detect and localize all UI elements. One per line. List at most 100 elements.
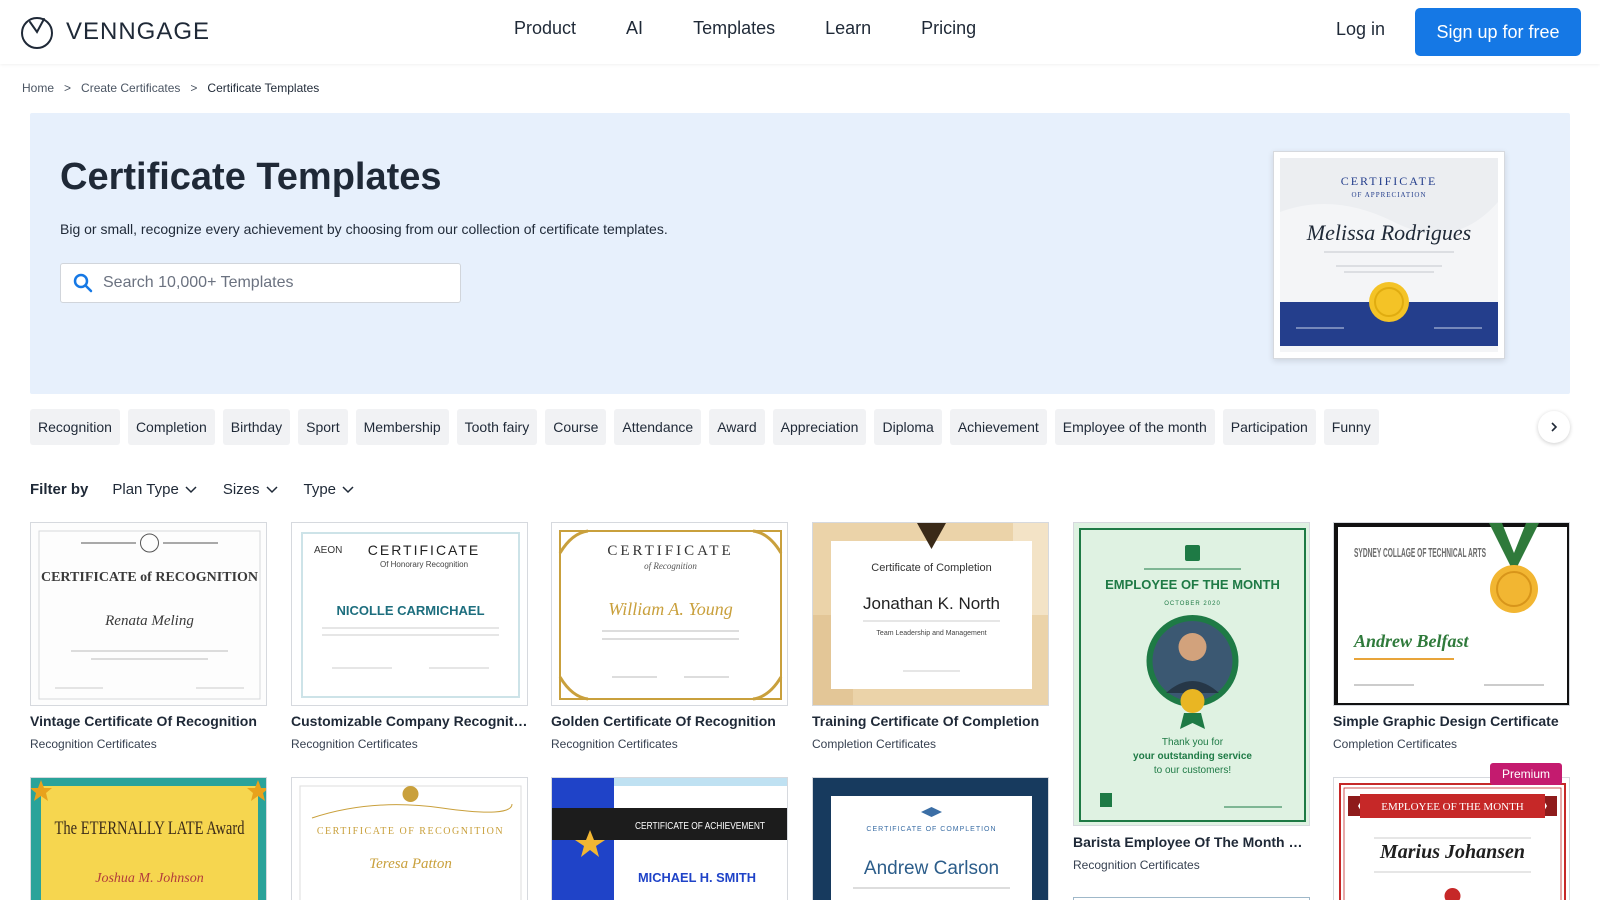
- card-category: Recognition Certificates: [1073, 858, 1200, 872]
- breadcrumb-separator: >: [190, 81, 198, 95]
- template-thumbnail: SYDNEY COLLAGE OF TECHNICAL ARTS Andrew …: [1333, 522, 1570, 706]
- signup-button[interactable]: Sign up for free: [1415, 8, 1581, 56]
- nav-learn[interactable]: Learn: [825, 18, 871, 39]
- chip-appreciation[interactable]: Appreciation: [772, 409, 867, 445]
- template-thumbnail: CERTIFICATE OF COMPLETION Andrew Carlson: [812, 777, 1049, 900]
- card-heading: CERTIFICATE OF COMPLETION: [866, 826, 996, 833]
- chip-funny[interactable]: Funny: [1323, 409, 1379, 445]
- chip-completion[interactable]: Completion: [127, 409, 215, 445]
- breadcrumb-current: Certificate Templates: [207, 81, 320, 95]
- filter-sizes-label: Sizes: [222, 481, 260, 498]
- card-heading: CERTIFICATE of RECOGNITION: [41, 570, 258, 585]
- card-title[interactable]: Barista Employee Of The Month Certificat…: [1073, 834, 1310, 850]
- card-recipient-name: Renata Meling: [104, 613, 194, 629]
- page-title: Certificate Templates: [60, 156, 442, 198]
- filter-plan-type[interactable]: Plan Type: [112, 481, 197, 498]
- breadcrumb-separator: >: [64, 81, 72, 95]
- hero-certificate-preview: CERTIFICATE OF APPRECIATION Melissa Rodr…: [1273, 151, 1505, 359]
- chip-participation[interactable]: Participation: [1222, 409, 1316, 445]
- chip-sport[interactable]: Sport: [298, 409, 348, 445]
- card-recipient-name: Jonathan K. North: [863, 594, 1000, 613]
- card-recipient-name: William A. Young: [608, 599, 733, 619]
- hero-description: Big or small, recognize every achievemen…: [60, 221, 668, 237]
- filter-bar: Filter by Plan Type Sizes Type: [30, 481, 380, 498]
- card-title[interactable]: Training Certificate Of Completion: [812, 713, 1049, 729]
- nav-product[interactable]: Product: [514, 18, 576, 39]
- card-heading: SYDNEY COLLAGE OF TECHNICAL ARTS: [1354, 545, 1486, 560]
- filter-label: Filter by: [30, 481, 89, 498]
- chip-membership[interactable]: Membership: [355, 409, 449, 445]
- card-subheading: of Recognition: [644, 561, 697, 571]
- card-company-brand: AEON: [314, 545, 342, 556]
- card-recipient-name: Andrew Belfast: [1353, 631, 1470, 651]
- hero-cert-name: Melissa Rodrigues: [1306, 220, 1471, 245]
- card-title[interactable]: Vintage Certificate Of Recognition: [30, 713, 267, 729]
- chevron-right-icon: [1551, 422, 1558, 432]
- card-category: Completion Certificates: [1333, 737, 1458, 751]
- card-recipient-name: NICOLLE CARMICHAEL: [336, 603, 484, 618]
- card-message-1: Thank you for: [1162, 737, 1224, 748]
- card-heading: CERTIFICATE: [607, 543, 733, 559]
- card-category: Recognition Certificates: [551, 737, 678, 751]
- hero-cert-heading: CERTIFICATE: [1341, 174, 1438, 188]
- chip-achievement[interactable]: Achievement: [949, 409, 1047, 445]
- chip-course[interactable]: Course: [545, 409, 607, 445]
- card-heading: Certificate of Completion: [871, 562, 991, 574]
- template-search-box[interactable]: [60, 263, 461, 303]
- chevron-down-icon: [342, 485, 354, 493]
- breadcrumb: Home > Create Certificates > Certificate…: [22, 81, 319, 95]
- card-title[interactable]: Simple Graphic Design Certificate: [1333, 713, 1570, 729]
- nav-ai[interactable]: AI: [626, 18, 643, 39]
- search-icon: [73, 273, 93, 293]
- breadcrumb-home[interactable]: Home: [22, 81, 54, 95]
- card-title[interactable]: Customizable Company Recognition Certifi…: [291, 713, 528, 729]
- card-heading: The ETERNALLY LATE Award: [55, 818, 245, 839]
- breadcrumb-create-certificates[interactable]: Create Certificates: [81, 81, 180, 95]
- card-detail: Team Leadership and Management: [876, 630, 986, 637]
- card-message-3: to our customers!: [1154, 765, 1231, 776]
- chip-recognition[interactable]: Recognition: [30, 409, 120, 445]
- card-recipient-name: Marius Johansen: [1379, 841, 1525, 863]
- chip-diploma[interactable]: Diploma: [874, 409, 942, 445]
- main-nav: Product AI Templates Learn Pricing: [514, 18, 1026, 39]
- venngage-logo[interactable]: VENNGAGE: [20, 15, 210, 49]
- filter-type-label: Type: [303, 481, 337, 498]
- chip-award[interactable]: Award: [709, 409, 765, 445]
- chip-employee-of-the-month[interactable]: Employee of the month: [1054, 409, 1215, 445]
- hero-cert-subheading: OF APPRECIATION: [1351, 191, 1426, 199]
- filter-type[interactable]: Type: [304, 481, 355, 498]
- template-thumbnail: CERTIFICATE OF RECOGNITION Teresa Patton: [291, 777, 528, 900]
- chevron-down-icon: [185, 485, 197, 493]
- template-thumbnail: CERTIFICATE of RECOGNITION Renata Meling: [30, 522, 267, 706]
- card-heading: CERTIFICATE: [368, 542, 481, 558]
- search-input[interactable]: [103, 274, 443, 292]
- template-thumbnail: EMPLOYEE OF THE MONTH Marius Johansen: [1333, 777, 1570, 900]
- card-heading: CERTIFICATE OF RECOGNITION: [317, 826, 504, 837]
- card-recipient-name: Joshua M. Johnson: [95, 871, 204, 886]
- chip-birthday[interactable]: Birthday: [222, 409, 291, 445]
- card-message-2: your outstanding service: [1133, 751, 1252, 762]
- chips-scroll-right-button[interactable]: [1538, 411, 1570, 443]
- login-link[interactable]: Log in: [1336, 19, 1385, 40]
- nav-templates[interactable]: Templates: [693, 18, 775, 39]
- card-recipient-name: MICHAEL H. SMITH: [638, 870, 756, 885]
- template-thumbnail: EMPLOYEE OF THE MONTH OCTOBER 2020 Thank…: [1073, 522, 1310, 826]
- filter-sizes[interactable]: Sizes: [223, 481, 278, 498]
- chip-tooth-fairy[interactable]: Tooth fairy: [456, 409, 538, 445]
- category-chips: Recognition Completion Birthday Sport Me…: [30, 409, 1570, 445]
- template-thumbnail: The ETERNALLY LATE Award Joshua M. Johns…: [30, 777, 267, 900]
- chip-attendance[interactable]: Attendance: [614, 409, 702, 445]
- card-recipient-name: Andrew Carlson: [864, 858, 999, 879]
- nav-pricing[interactable]: Pricing: [921, 18, 976, 39]
- card-heading: EMPLOYEE OF THE MONTH: [1105, 577, 1280, 592]
- top-navbar: VENNGAGE Product AI Templates Learn Pric…: [0, 0, 1600, 64]
- template-thumbnail: AEON CERTIFICATE Of Honorary Recognition…: [291, 522, 528, 706]
- filter-plan-type-label: Plan Type: [112, 481, 179, 498]
- template-thumbnail: CERTIFICATE of Recognition William A. Yo…: [551, 522, 788, 706]
- card-recipient-name: Teresa Patton: [369, 856, 452, 872]
- chevron-down-icon: [265, 485, 278, 493]
- card-category: Recognition Certificates: [291, 737, 418, 751]
- card-title[interactable]: Golden Certificate Of Recognition: [551, 713, 788, 729]
- brand-name: VENNGAGE: [66, 18, 211, 45]
- clock-logo-icon: [21, 17, 53, 49]
